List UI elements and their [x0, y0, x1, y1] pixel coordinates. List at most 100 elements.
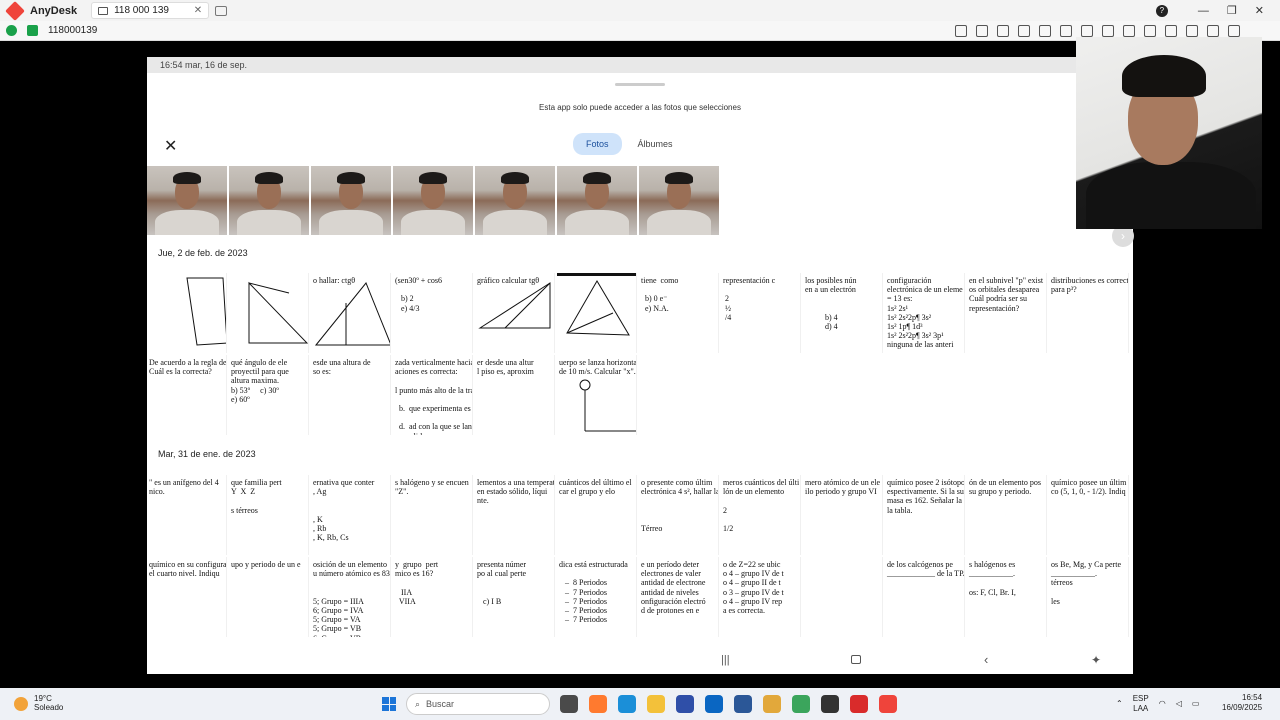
- favorite-icon[interactable]: [1018, 24, 1030, 37]
- obs-icon[interactable]: [821, 695, 839, 713]
- photo-thumbnail[interactable]: De acuerdo a la regla de Hun Cuál es la …: [147, 355, 227, 435]
- photo-thumbnail[interactable]: los posibles nún en a un electrón b) 4 d…: [803, 273, 883, 353]
- close-tab-icon[interactable]: ✕: [194, 5, 202, 16]
- photo-thumbnail[interactable]: [229, 273, 309, 353]
- photo-thumbnail[interactable]: presenta númer po al cual perte c) I B: [475, 557, 555, 637]
- display-icon[interactable]: [955, 24, 967, 37]
- photo-thumbnail[interactable]: químico posee 2 isótopos espectivamente.…: [885, 475, 965, 555]
- recent-apps-button[interactable]: |||: [721, 654, 730, 666]
- photo-thumbnail[interactable]: configuración electrónica de un eleme = …: [885, 273, 965, 353]
- accessibility-icon[interactable]: ✦: [1091, 653, 1101, 667]
- chrome-profile-icon[interactable]: [792, 695, 810, 713]
- photo-thumbnail[interactable]: cuánticos del último el car el grupo y e…: [557, 475, 637, 555]
- photo-thumbnail[interactable]: [147, 166, 227, 235]
- photo-thumbnail[interactable]: [803, 557, 883, 637]
- keyboard-icon[interactable]: [1123, 24, 1135, 37]
- input-icon[interactable]: [976, 24, 988, 37]
- clipboard-icon[interactable]: [1039, 24, 1051, 37]
- tray-overflow-icon[interactable]: ⌃: [1116, 699, 1123, 708]
- photo-thumbnail[interactable]: representación c 2 ½ /4: [721, 273, 801, 353]
- photo-thumbnail[interactable]: (sen30º + cos6 b) 2 e) 4/3: [393, 273, 473, 353]
- photo-thumbnail[interactable]: esde una altura de so es:: [311, 355, 391, 435]
- switch-sides-icon[interactable]: [1186, 24, 1198, 37]
- remote-phone-screen[interactable]: 16:54 mar, 16 de sep. Esta app solo pued…: [147, 57, 1133, 674]
- new-tab-button[interactable]: [215, 5, 228, 16]
- photo-thumbnail[interactable]: gráfico calcular tgθ: [475, 273, 555, 353]
- acrobat-icon[interactable]: [850, 695, 868, 713]
- photo-thumbnail[interactable]: químico en su configura el cuarto nivel.…: [147, 557, 227, 637]
- close-window-button[interactable]: ✕: [1255, 4, 1264, 17]
- session-tab[interactable]: 118 000 139 ✕: [91, 2, 210, 19]
- photo-thumbnail[interactable]: en el subnivel "p" exist os orbitales de…: [967, 273, 1047, 353]
- back-button[interactable]: ‹: [984, 652, 988, 667]
- help-icon[interactable]: ?: [1155, 4, 1168, 17]
- anydesk-taskbar-icon[interactable]: [879, 695, 897, 713]
- minimize-button[interactable]: —: [1198, 5, 1209, 17]
- privacy-icon[interactable]: [1207, 24, 1219, 37]
- tab-photos[interactable]: Fotos: [573, 133, 622, 155]
- record-icon[interactable]: [1144, 24, 1156, 37]
- photo-thumbnail[interactable]: de los calcógenos pe ____________ de la …: [885, 557, 965, 637]
- chat-icon[interactable]: [1081, 24, 1093, 37]
- photo-thumbnail[interactable]: er desde una altur l piso es, aproxim: [475, 355, 555, 435]
- photo-thumbnail[interactable]: distribuciones es correcta para p³?: [1049, 273, 1129, 353]
- screenshot-icon[interactable]: [1060, 24, 1072, 37]
- store-icon[interactable]: [676, 695, 694, 713]
- photo-thumbnail[interactable]: dica está estructurada – 8 Periodos – 7 …: [557, 557, 637, 637]
- taskbar-clock[interactable]: 16:54 16/09/2025: [1222, 693, 1262, 714]
- photo-thumbnail[interactable]: [393, 166, 473, 235]
- photo-thumbnail[interactable]: " es un anífgeno del 4 nico.: [147, 475, 227, 555]
- photo-thumbnail[interactable]: químico posee un últim co (5, 1, 0, - 1/…: [1049, 475, 1129, 555]
- weather-widget[interactable]: 19°C Soleado: [14, 694, 63, 713]
- photo-thumbnail[interactable]: qué ángulo de ele proyectil para que alt…: [229, 355, 309, 435]
- photo-thumbnail[interactable]: o hallar: ctgθ: [311, 273, 391, 353]
- photo-thumbnail[interactable]: o presente como últim electrónica 4 s², …: [639, 475, 719, 555]
- photo-thumbnail[interactable]: o de Z=22 se ubic o 4 – grupo IV de t o …: [721, 557, 801, 637]
- wifi-icon[interactable]: ◠: [1159, 699, 1166, 708]
- photo-thumbnail[interactable]: [557, 166, 637, 235]
- battery-icon[interactable]: ▭: [1192, 699, 1200, 708]
- photo-thumbnail[interactable]: [475, 166, 555, 235]
- input-layout[interactable]: LAA: [1133, 704, 1149, 714]
- word-icon[interactable]: [734, 695, 752, 713]
- settings-icon[interactable]: [1165, 24, 1177, 37]
- taskbar-search[interactable]: ⌕ Buscar: [406, 693, 550, 715]
- volume-icon[interactable]: ◁: [1176, 699, 1182, 708]
- chrome-icon[interactable]: [763, 695, 781, 713]
- photo-thumbnail[interactable]: [639, 166, 719, 235]
- file-explorer-icon[interactable]: [647, 695, 665, 713]
- photo-thumbnail[interactable]: [557, 273, 637, 353]
- photo-thumbnail[interactable]: lementos a una temperat en estado sólido…: [475, 475, 555, 555]
- photo-thumbnail[interactable]: [229, 166, 309, 235]
- start-button[interactable]: [382, 697, 396, 711]
- close-picker-button[interactable]: ✕: [164, 136, 177, 156]
- photo-thumbnail[interactable]: meros cuánticos del últi lón de un eleme…: [721, 475, 801, 555]
- photo-thumbnail[interactable]: [147, 273, 227, 353]
- actions-icon[interactable]: [1102, 24, 1114, 37]
- input-language[interactable]: ESP: [1133, 694, 1149, 704]
- file-transfer-icon[interactable]: [997, 24, 1009, 37]
- photo-thumbnail[interactable]: s halógenos es ___________. os: F, Cl, B…: [967, 557, 1047, 637]
- photo-thumbnail[interactable]: s halógeno y se encuen "Z".: [393, 475, 473, 555]
- photo-thumbnail[interactable]: e un período deter electrones de valer a…: [639, 557, 719, 637]
- copilot-icon[interactable]: [589, 695, 607, 713]
- restore-button[interactable]: ❐: [1227, 4, 1237, 17]
- sheet-drag-handle[interactable]: [615, 83, 665, 86]
- photo-thumbnail[interactable]: [311, 166, 391, 235]
- outlook-icon[interactable]: [705, 695, 723, 713]
- photo-thumbnail[interactable]: zada verticalmente hacia arriba aciones …: [393, 355, 473, 435]
- photo-thumbnail[interactable]: ón de un elemento pos su grupo y periodo…: [967, 475, 1047, 555]
- photo-thumbnail[interactable]: uerpo se lanza horizontalmente de 10 m/s…: [557, 355, 637, 435]
- home-button[interactable]: [851, 655, 861, 664]
- photo-thumbnail[interactable]: ernativa que conter , Ag , K , Rb , K, R…: [311, 475, 391, 555]
- menu-icon[interactable]: [1228, 24, 1240, 37]
- photo-thumbnail[interactable]: tiene como b) 0 e⁻ e) N.A.: [639, 273, 719, 353]
- photo-thumbnail[interactable]: osición de un elemento u número atómico …: [311, 557, 391, 637]
- photo-thumbnail[interactable]: mero atómico de un ele ilo periodo y gru…: [803, 475, 883, 555]
- photo-thumbnail[interactable]: os Be, Mg, y Ca perte ___________. térre…: [1049, 557, 1129, 637]
- photo-thumbnail[interactable]: y grupo pert mico es 16? IIA VIIA: [393, 557, 473, 637]
- tab-albums[interactable]: Álbumes: [628, 133, 683, 155]
- photo-thumbnail[interactable]: upo y periodo de un e: [229, 557, 309, 637]
- photo-thumbnail[interactable]: que familia pert Y X Z s térreos: [229, 475, 309, 555]
- task-view-icon[interactable]: [560, 695, 578, 713]
